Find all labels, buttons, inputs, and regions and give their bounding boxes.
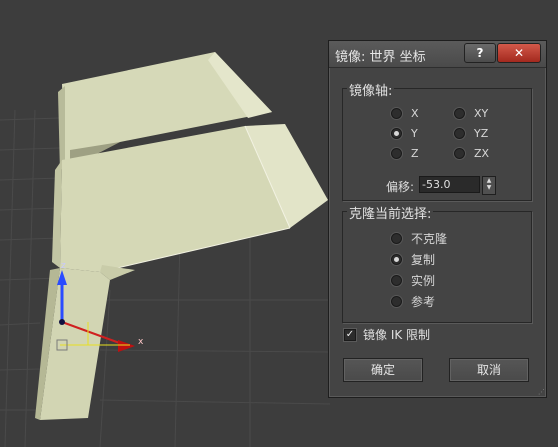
radio-icon xyxy=(391,108,402,119)
axis-radio-yz-label: YZ xyxy=(474,127,489,140)
offset-label: 偏移: xyxy=(386,180,415,194)
spinner-up-icon: ▲ xyxy=(486,177,492,184)
clone-selection-group: 克隆当前选择: 不克隆 复制 实例 参考 xyxy=(342,203,532,323)
axis-radio-y[interactable]: Y xyxy=(391,127,418,140)
clone-radio-instance[interactable]: 实例 xyxy=(391,272,435,289)
gizmo-z-label: z xyxy=(61,261,66,271)
mirror-dialog: 镜像: 世界 坐标 ? ✕ 镜像轴: X Y Z XY YZ ZX 偏移: -5… xyxy=(328,40,547,398)
axis-radio-zx-label: ZX xyxy=(474,147,490,160)
clone-radio-instance-label: 实例 xyxy=(411,274,436,288)
radio-icon xyxy=(454,148,465,159)
gizmo-x-label: x xyxy=(138,337,144,347)
axis-radio-xy-label: XY xyxy=(474,107,489,120)
ik-limit-option[interactable]: ✓ 镜像 IK 限制 xyxy=(344,326,430,343)
radio-icon xyxy=(454,108,465,119)
axis-radio-z-label: Z xyxy=(411,147,419,160)
ok-button[interactable]: 确定 xyxy=(343,358,423,382)
ik-limit-label: 镜像 IK 限制 xyxy=(363,328,431,342)
clone-radio-reference[interactable]: 参考 xyxy=(391,293,435,310)
clone-selection-label: 克隆当前选择: xyxy=(347,203,434,222)
clone-radio-copy[interactable]: 复制 xyxy=(391,251,435,268)
dialog-titlebar[interactable]: 镜像: 世界 坐标 ? ✕ xyxy=(329,41,546,68)
axis-radio-x-label: X xyxy=(411,107,419,120)
radio-icon xyxy=(391,275,402,286)
mirror-axis-group: 镜像轴: X Y Z XY YZ ZX 偏移: -53.0 ▲ ▼ xyxy=(342,80,532,201)
clone-radio-copy-label: 复制 xyxy=(411,253,436,267)
cancel-button[interactable]: 取消 xyxy=(449,358,529,382)
radio-selected-icon xyxy=(391,254,402,265)
offset-input[interactable]: -53.0 xyxy=(419,176,480,193)
radio-icon xyxy=(391,296,402,307)
radio-selected-icon xyxy=(391,128,402,139)
mirror-axis-label: 镜像轴: xyxy=(347,80,395,99)
resize-grip-icon[interactable]: ⋰ xyxy=(538,388,545,396)
offset-spinner[interactable]: ▲ ▼ xyxy=(482,176,496,195)
close-icon: ✕ xyxy=(513,46,525,60)
radio-icon xyxy=(391,148,402,159)
clone-radio-reference-label: 参考 xyxy=(411,295,436,309)
help-button[interactable]: ? xyxy=(464,43,496,63)
radio-icon xyxy=(391,233,402,244)
close-button[interactable]: ✕ xyxy=(497,43,541,63)
axis-radio-zx[interactable]: ZX xyxy=(454,147,489,160)
clone-radio-no-clone[interactable]: 不克隆 xyxy=(391,230,447,247)
radio-icon xyxy=(454,128,465,139)
dialog-title: 镜像: 世界 坐标 xyxy=(335,50,426,65)
axis-radio-z[interactable]: Z xyxy=(391,147,419,160)
axis-radio-yz[interactable]: YZ xyxy=(454,127,488,140)
spinner-down-icon: ▼ xyxy=(486,184,492,191)
axis-radio-x[interactable]: X xyxy=(391,107,419,120)
clone-radio-no-clone-label: 不克隆 xyxy=(411,232,448,246)
checkbox-checked-icon[interactable]: ✓ xyxy=(344,328,356,341)
axis-radio-y-label: Y xyxy=(411,127,418,140)
axis-radio-xy[interactable]: XY xyxy=(454,107,488,120)
